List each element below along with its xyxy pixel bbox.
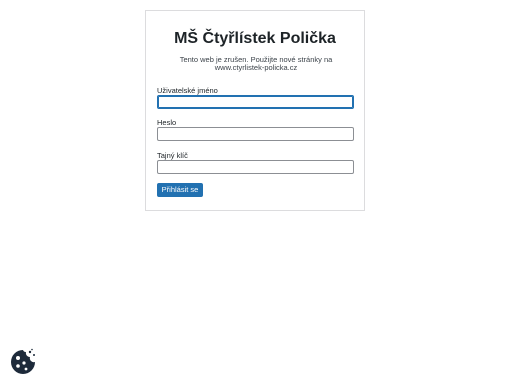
secret-key-label: Tajný klíč <box>157 151 188 160</box>
login-button[interactable]: Přihlásit se <box>157 183 203 197</box>
password-label: Heslo <box>157 118 177 127</box>
site-closed-notice: Tento web je zrušen. Použijte nové strán… <box>179 55 333 72</box>
username-label: Uživatelské jméno <box>157 86 218 95</box>
login-card: MŠ Čtyřlístek Polička Tento web je zruše… <box>145 10 365 211</box>
page-title: MŠ Čtyřlístek Polička <box>174 30 336 47</box>
password-input[interactable] <box>157 127 354 141</box>
cookie-icon <box>11 348 35 374</box>
cookie-settings-button[interactable] <box>9 348 37 376</box>
username-input[interactable] <box>157 95 354 109</box>
secret-key-input[interactable] <box>157 160 354 174</box>
